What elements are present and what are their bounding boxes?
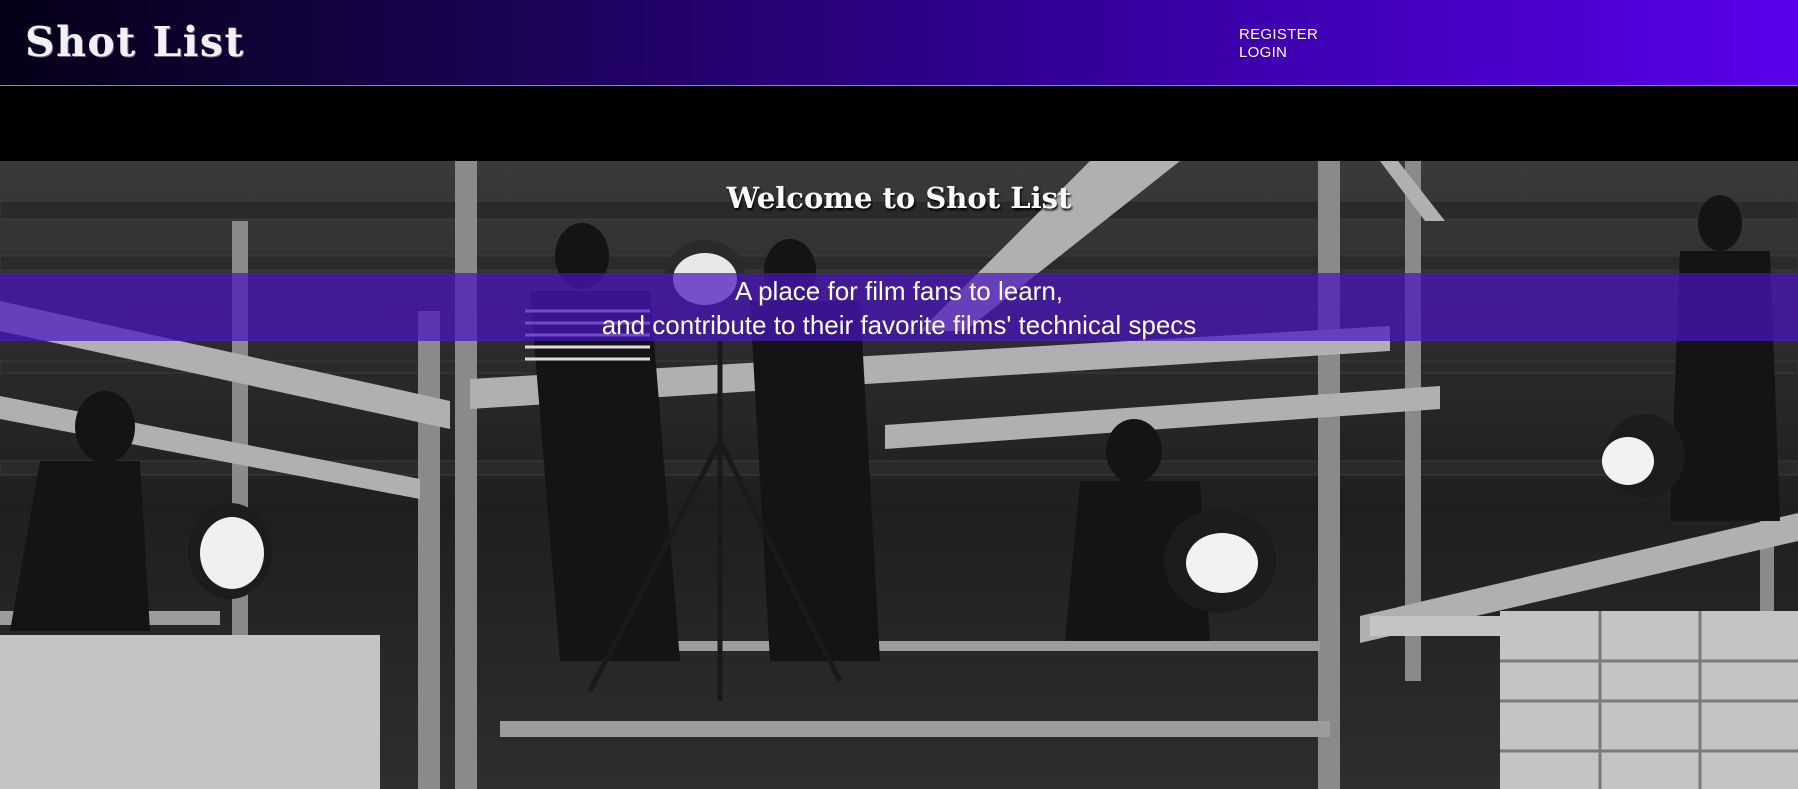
film-set-photo [0,161,1798,789]
register-link[interactable]: REGISTER [1239,26,1318,44]
login-link[interactable]: LOGIN [1239,44,1318,62]
hero-section: Welcome to Shot List A place for film fa… [0,161,1798,789]
top-navbar: Shot List REGISTER LOGIN [0,0,1798,86]
auth-nav: REGISTER LOGIN [1239,26,1318,62]
site-logo[interactable]: Shot List [25,18,245,66]
tagline-line-2: and contribute to their favorite films' … [601,310,1197,340]
black-spacer [0,87,1798,161]
tagline-line-1: A place for film fans to learn, [734,276,1064,306]
hero-title: Welcome to Shot List [726,181,1072,215]
hero-tagline: A place for film fans to learn, and cont… [0,274,1798,342]
